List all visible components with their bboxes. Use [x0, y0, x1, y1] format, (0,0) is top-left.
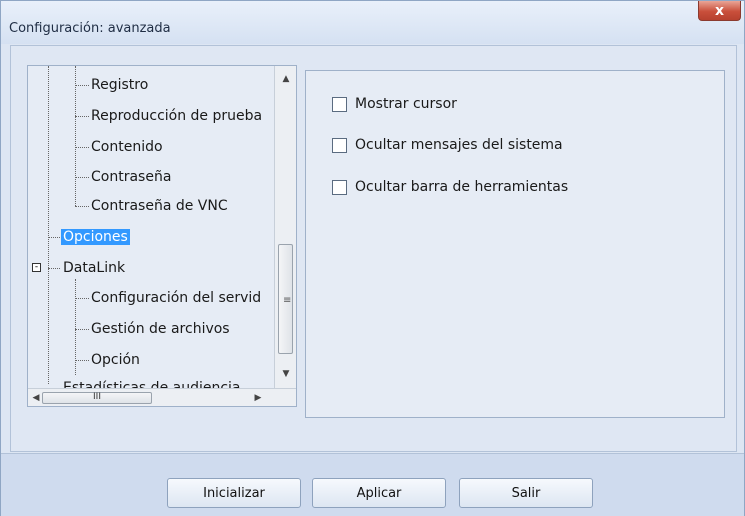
settings-dialog: Configuración: avanzada x Registro Repro…: [0, 0, 745, 516]
tree-line: [75, 177, 89, 178]
show-cursor-checkbox[interactable]: [332, 96, 347, 112]
initialize-button[interactable]: Inicializar: [167, 478, 301, 508]
scroll-right-icon[interactable]: ▶: [250, 393, 266, 403]
hide-system-messages-option[interactable]: Ocultar mensajes del sistema: [332, 135, 563, 155]
show-cursor-label: Mostrar cursor: [355, 96, 457, 112]
settings-tree: Registro Reproducción de prueba Contenid…: [27, 65, 297, 407]
close-icon: x: [714, 2, 725, 19]
tree-line: [48, 66, 49, 384]
title-bar: Configuración: avanzada x: [1, 1, 744, 44]
window-title: Configuración: avanzada: [9, 21, 171, 36]
tree-item-configuracion-servidor[interactable]: Configuración del servid: [91, 287, 261, 309]
tree-item-contenido[interactable]: Contenido: [91, 136, 163, 158]
tree-item-opcion[interactable]: Opción: [91, 349, 140, 371]
tree-item-datalink[interactable]: DataLink: [63, 257, 125, 279]
tree-line: [75, 206, 89, 207]
options-panel: Mostrar cursor Ocultar mensajes del sist…: [305, 70, 725, 418]
tree-item-contrasena[interactable]: Contraseña: [91, 166, 171, 188]
scroll-down-icon[interactable]: ▼: [278, 369, 294, 379]
tree-line: [75, 360, 89, 361]
hide-system-messages-checkbox[interactable]: [332, 137, 347, 153]
hide-toolbar-label: Ocultar barra de herramientas: [355, 179, 569, 195]
tree-line: [75, 66, 76, 206]
vertical-scroll-thumb[interactable]: ≡: [278, 244, 293, 354]
hide-toolbar-checkbox[interactable]: [332, 179, 347, 195]
close-button[interactable]: x: [698, 1, 741, 21]
tree-line: [75, 298, 89, 299]
collapse-icon[interactable]: -: [32, 263, 41, 272]
horizontal-scroll-thumb[interactable]: III: [42, 392, 152, 404]
tree-item-reproduccion[interactable]: Reproducción de prueba: [91, 105, 262, 127]
tree-item-gestion-archivos[interactable]: Gestión de archivos: [91, 318, 230, 340]
tree-item-opciones[interactable]: Opciones: [61, 226, 130, 248]
grip-icon: ≡: [283, 295, 292, 306]
show-cursor-option[interactable]: Mostrar cursor: [332, 94, 457, 114]
tree-line: [75, 116, 89, 117]
exit-button[interactable]: Salir: [459, 478, 593, 508]
tree-line: [75, 85, 89, 86]
tree-item-contrasena-vnc[interactable]: Contraseña de VNC: [91, 195, 228, 217]
tree-item-estadisticas[interactable]: Estadísticas de audiencia: [63, 378, 241, 388]
grip-icon: III: [93, 392, 101, 402]
tree-line: [48, 237, 60, 238]
tree-horizontal-scrollbar[interactable]: ◀ III ▶: [28, 388, 296, 406]
tree-item-registro[interactable]: Registro: [91, 74, 148, 96]
scroll-up-icon[interactable]: ▲: [278, 74, 294, 84]
hide-toolbar-option[interactable]: Ocultar barra de herramientas: [332, 177, 568, 197]
apply-button[interactable]: Aplicar: [312, 478, 446, 508]
hide-system-messages-label: Ocultar mensajes del sistema: [355, 137, 563, 153]
tree-line: [48, 268, 60, 269]
tree-vertical-scrollbar[interactable]: ▲ ≡ ▼: [274, 66, 296, 388]
tree-line: [75, 329, 89, 330]
tree-line: [75, 147, 89, 148]
button-bar: Inicializar Aplicar Salir: [1, 453, 744, 516]
